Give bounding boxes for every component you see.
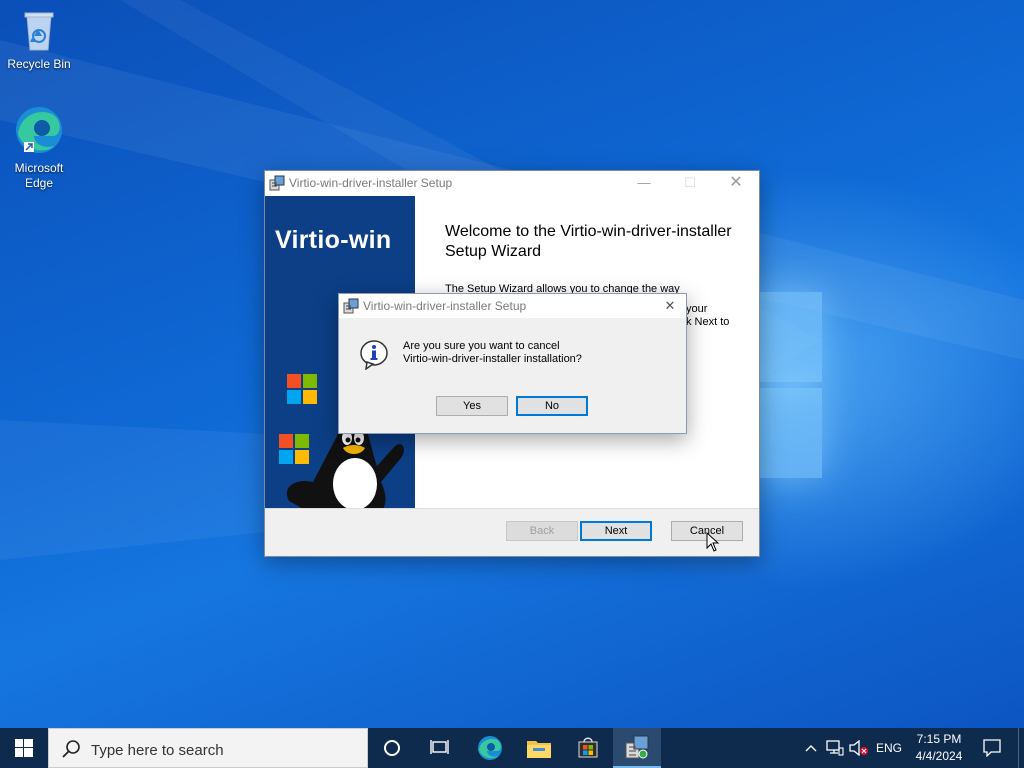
mouse-cursor-icon [706, 532, 720, 552]
dialog-title-bar[interactable]: Virtio-win-driver-installer Setup ✕ [339, 294, 686, 318]
installer-icon [343, 298, 359, 314]
file-explorer-icon [527, 741, 551, 758]
wallpaper-logo-pane-top [760, 292, 822, 382]
notification-icon [983, 739, 1001, 757]
yes-button[interactable]: Yes [436, 396, 508, 416]
tray-language[interactable]: ENG [876, 728, 902, 768]
windows-logo-icon [287, 374, 317, 404]
maximize-button[interactable]: ☐ [667, 171, 713, 195]
next-button[interactable]: Next [580, 521, 652, 541]
tray-clock[interactable]: 7:15 PM 4/4/2024 [908, 731, 970, 765]
tray-volume[interactable] [848, 728, 870, 768]
store-icon [578, 737, 598, 758]
taskbar-edge[interactable] [466, 728, 514, 768]
task-view-button[interactable] [416, 728, 464, 768]
cortana-button[interactable] [368, 728, 416, 768]
desktop-icon-label: Recycle Bin [7, 57, 71, 71]
taskbar-file-explorer[interactable] [515, 728, 563, 768]
dialog-title: Virtio-win-driver-installer Setup [363, 299, 527, 313]
show-desktop-button[interactable] [1018, 728, 1024, 768]
clock-time: 7:15 PM [916, 732, 962, 746]
dialog-message: Are you sure you want to cancel Virtio-w… [403, 340, 582, 366]
welcome-body-fragment: k Next to [686, 316, 730, 328]
action-center-button[interactable] [972, 728, 1012, 768]
desktop-icon-label: Microsoft Edge [14, 161, 64, 190]
minimize-button[interactable]: — [621, 171, 667, 195]
taskbar-setup[interactable] [613, 728, 661, 768]
wallpaper-logo-pane-bottom [760, 388, 822, 478]
setup-button-bar: Back Next Cancel [265, 508, 759, 556]
taskbar-store[interactable] [564, 728, 612, 768]
welcome-heading: Welcome to the Virtio-win-driver-install… [445, 223, 732, 260]
edge-icon [478, 736, 502, 760]
banner-title: Virtio-win [275, 226, 392, 254]
desktop-icon-edge[interactable]: Microsoft Edge [2, 104, 76, 191]
cancel-confirm-dialog: Virtio-win-driver-installer Setup ✕ Are … [338, 293, 687, 434]
setup-icon [625, 735, 649, 759]
desktop-icon-recycle-bin[interactable]: Recycle Bin [2, 8, 76, 72]
volume-muted-icon [849, 740, 868, 756]
no-button[interactable]: No [516, 396, 588, 416]
back-button[interactable]: Back [506, 521, 578, 541]
search-icon [62, 740, 80, 758]
cortana-icon [384, 740, 400, 756]
close-button[interactable]: ✕ [713, 171, 759, 195]
edge-icon [16, 107, 62, 153]
tray-show-hidden-icons[interactable] [800, 728, 822, 768]
welcome-body-fragment: your [686, 303, 708, 315]
setup-title-bar[interactable]: Virtio-win-driver-installer Setup — ☐ ✕ [265, 171, 759, 195]
info-icon [360, 340, 388, 370]
start-button[interactable] [0, 728, 48, 768]
network-icon [826, 740, 844, 756]
taskbar-search-box[interactable] [48, 728, 368, 768]
taskbar: ENG 7:15 PM 4/4/2024 [0, 728, 1024, 768]
recycle-bin-icon [24, 12, 54, 51]
search-input[interactable] [89, 738, 353, 762]
task-view-icon [430, 740, 449, 754]
setup-title: Virtio-win-driver-installer Setup [289, 176, 453, 190]
clock-date: 4/4/2024 [915, 749, 963, 763]
chevron-up-icon [805, 745, 817, 752]
dialog-message-line: Virtio-win-driver-installer installation… [403, 353, 582, 365]
start-icon [15, 739, 33, 757]
tray-network[interactable] [824, 728, 846, 768]
installer-icon [269, 175, 285, 191]
dialog-close-button[interactable]: ✕ [654, 294, 686, 318]
dialog-message-line: Are you sure you want to cancel [403, 340, 560, 352]
